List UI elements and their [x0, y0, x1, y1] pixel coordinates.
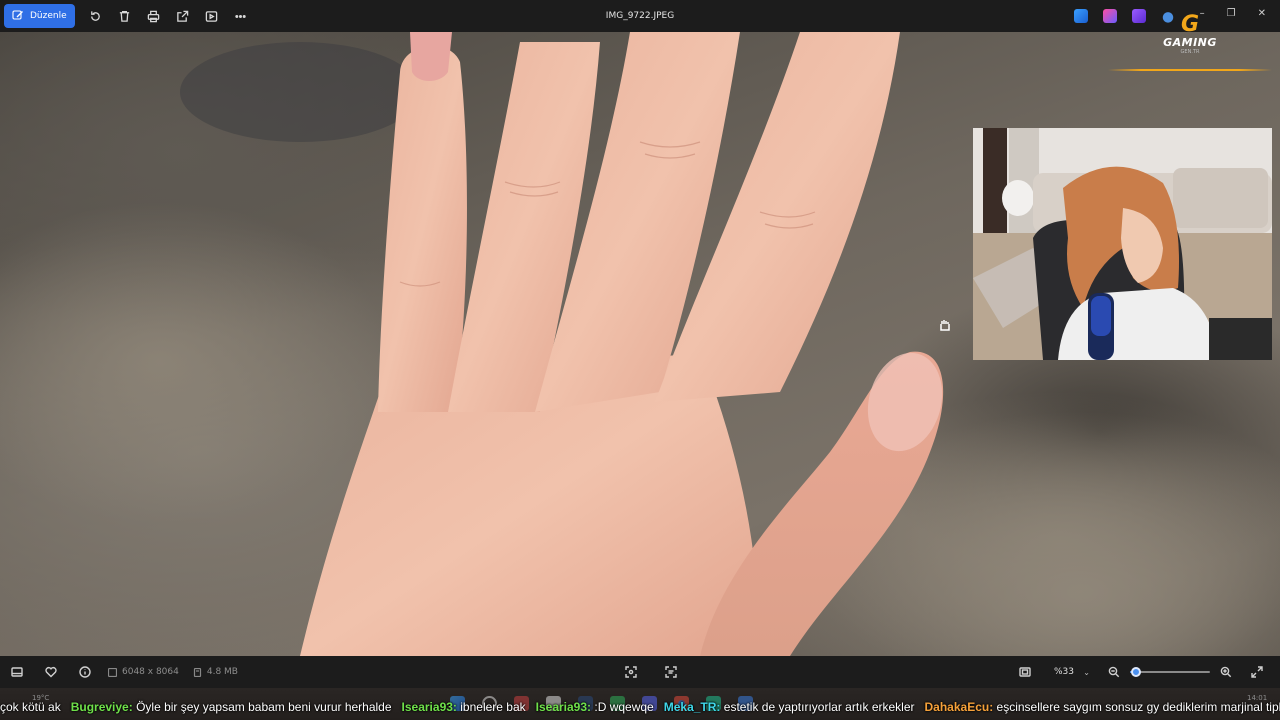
info-icon: [79, 666, 91, 678]
app-icon-purple[interactable]: [1132, 9, 1146, 23]
filmstrip-icon: [11, 667, 23, 677]
fit-to-window-button[interactable]: [1008, 660, 1042, 684]
heart-icon: [45, 666, 57, 678]
zoom-slider[interactable]: [1130, 660, 1210, 684]
chat-username: Bugreviye:: [70, 700, 137, 714]
zoom-out-icon: [1108, 666, 1120, 678]
dimensions-text: 6048 x 8064: [122, 667, 179, 677]
chat-username: Meka_TR:: [663, 700, 724, 714]
chat-message-text: estetik de yaptırıyorlar artık erkekler: [723, 700, 915, 714]
slideshow-button[interactable]: [197, 4, 226, 28]
chevron-down-icon: ⌄: [1083, 667, 1090, 677]
chat-messages: çok kötü ak Bugreviye: Öyle bir şey yapsa…: [0, 688, 1280, 720]
top-toolbar: Düzenle IMG_9722.JPEG – ❐ ✕: [0, 0, 1280, 32]
app-icon-blue[interactable]: [1074, 9, 1088, 23]
delete-icon: [119, 10, 129, 22]
chat-username: Isearia93:: [401, 700, 461, 714]
text-recognition-icon: [665, 666, 677, 678]
visual-search-button[interactable]: [614, 660, 648, 684]
chat-message-text: Öyle bir şey yapsam babam beni vurur her…: [136, 700, 392, 714]
print-icon: [147, 10, 159, 22]
chat-ticker: 19°C 14:01 çok kötü ak Bugreviye: Öyle bi…: [0, 688, 1280, 720]
more-icon: [234, 14, 246, 18]
zoom-out-button[interactable]: [1102, 660, 1126, 684]
chat-message-text: çok kötü ak: [0, 700, 61, 714]
logo-glyph: G: [1180, 12, 1200, 37]
edit-pencil-icon: [12, 10, 23, 20]
image-size: 4.8 MB: [193, 667, 238, 677]
image-dimensions: 6048 x 8064: [108, 667, 179, 677]
delete-button[interactable]: [110, 4, 139, 28]
filmstrip-button[interactable]: [0, 660, 34, 684]
edit-button[interactable]: Düzenle: [4, 4, 75, 28]
zoom-controls: %33 ⌄: [1008, 660, 1272, 684]
center-tools: [614, 660, 688, 684]
hand-cursor-icon: [940, 320, 950, 331]
fit-window-icon: [1019, 667, 1031, 677]
print-button[interactable]: [139, 4, 168, 28]
info-button[interactable]: [68, 660, 102, 684]
fullscreen-button[interactable]: [1242, 660, 1272, 684]
text-recognition-button[interactable]: [654, 660, 688, 684]
zoom-dropdown[interactable]: %33 ⌄: [1046, 661, 1098, 683]
chat-username: DahakaEcu:: [924, 700, 997, 714]
webcam-overlay: [973, 128, 1272, 360]
file-size-icon: [193, 667, 201, 677]
logo-divider: [1108, 69, 1272, 71]
visual-search-icon: [625, 666, 637, 678]
gaming-logo: G GAMING GEN.TR: [1148, 14, 1232, 60]
zoom-slider-thumb[interactable]: [1131, 667, 1142, 677]
favorite-button[interactable]: [34, 660, 68, 684]
share-button[interactable]: [168, 4, 197, 28]
size-text: 4.8 MB: [206, 667, 238, 677]
chat-username: Isearia93:: [535, 700, 595, 714]
chat-message-text: ibnelere bak: [460, 700, 526, 714]
fullscreen-icon: [1251, 666, 1263, 678]
logo-subtext: GEN.TR: [1180, 49, 1200, 55]
zoom-in-icon: [1220, 666, 1232, 678]
rotate-icon: [90, 10, 100, 21]
image-icon: [108, 667, 117, 677]
zoom-in-button[interactable]: [1214, 660, 1238, 684]
chat-message-text: :D wqewqe: [594, 700, 654, 714]
chat-message-text: eşcinsellere saygım sonsuz gy dediklerim…: [996, 700, 1280, 714]
rotate-button[interactable]: [81, 4, 110, 28]
close-icon[interactable]: ✕: [1258, 8, 1266, 19]
edit-button-label: Düzenle: [30, 11, 67, 21]
share-icon: [176, 10, 188, 22]
more-button[interactable]: [226, 4, 255, 28]
streamer-webcam-image: [973, 128, 1272, 360]
bottom-toolbar: 6048 x 8064 4.8 MB %33 ⌄: [0, 656, 1280, 688]
zoom-slider-track: [1130, 671, 1210, 673]
slideshow-icon: [205, 10, 217, 22]
app-icon-gradient[interactable]: [1103, 9, 1117, 23]
zoom-value: %33: [1054, 667, 1075, 677]
logo-text: GAMING: [1163, 36, 1217, 49]
